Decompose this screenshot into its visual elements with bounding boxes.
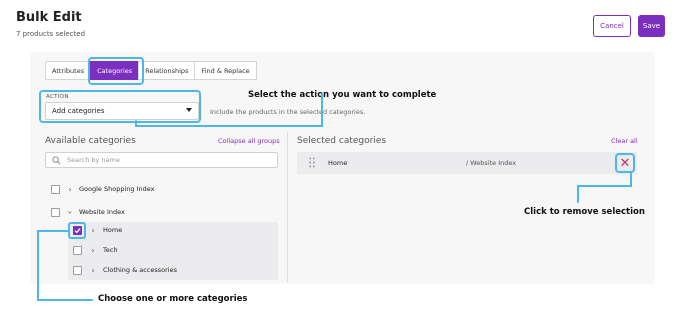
column-divider	[287, 132, 288, 282]
chevron-right-icon[interactable]: ›	[89, 226, 97, 235]
bulk-edit-screen: Bulk Edit 7 products selected Cancel Sav…	[0, 0, 688, 328]
tab-highlight-outline	[88, 57, 144, 85]
tree-item-label: Tech	[103, 246, 118, 254]
cancel-button[interactable]: Cancel	[593, 15, 631, 37]
remove-selection-button[interactable]: ✕	[615, 153, 635, 173]
selected-categories-title: Selected categories	[297, 136, 387, 146]
tab-relationships[interactable]: Relationships	[138, 61, 196, 80]
checkbox[interactable]	[51, 207, 60, 217]
page-subtitle: 7 products selected	[16, 30, 86, 38]
search-placeholder: Search by name	[67, 156, 120, 164]
home-checkbox-highlight	[68, 222, 86, 239]
callout-remove-selection: Click to remove selection	[524, 207, 645, 217]
tab-find-replace[interactable]: Find & Replace	[194, 61, 257, 80]
tree-item-clothing-accessories[interactable]: › Clothing & accessories	[73, 263, 177, 277]
clear-all-link[interactable]: Clear all	[611, 137, 638, 145]
available-categories-title: Available categories	[45, 136, 136, 146]
checkbox[interactable]	[51, 184, 60, 194]
chevron-right-icon[interactable]: ›	[89, 266, 97, 275]
action-help-text: Include the products in the selected cat…	[210, 108, 366, 116]
header: Bulk Edit 7 products selected Cancel Sav…	[0, 0, 688, 48]
tab-attributes[interactable]: Attributes	[45, 61, 92, 80]
tree-item-website-index[interactable]: › Website Index	[51, 205, 125, 219]
collapse-all-link[interactable]: Collapse all groups	[218, 137, 280, 145]
category-search-input[interactable]: Search by name	[45, 152, 278, 168]
close-icon: ✕	[619, 155, 631, 171]
tree-item-tech[interactable]: › Tech	[73, 243, 118, 257]
selected-item-name: Home	[328, 159, 348, 167]
checkbox[interactable]	[73, 265, 82, 275]
checkbox[interactable]	[73, 245, 82, 255]
chevron-down-icon[interactable]: ›	[66, 208, 75, 216]
tree-item-google-shopping-index[interactable]: › Google Shopping Index	[51, 182, 154, 196]
chevron-right-icon[interactable]: ›	[66, 185, 74, 194]
tree-item-label: Website Index	[79, 208, 125, 216]
page-title: Bulk Edit	[16, 10, 82, 25]
save-button[interactable]: Save	[638, 15, 665, 37]
tree-item-label: Clothing & accessories	[103, 266, 177, 274]
callout-choose-categories: Choose one or more categories	[98, 294, 248, 304]
selected-item-path: / Website Index	[466, 159, 517, 167]
drag-handle-icon[interactable]	[309, 157, 315, 168]
search-icon	[52, 155, 61, 164]
tree-item-label: Home	[103, 226, 123, 234]
chevron-right-icon[interactable]: ›	[89, 246, 97, 255]
callout-select-action: Select the action you want to complete	[248, 90, 437, 100]
tab-bar: Attributes Categories Relationships Find…	[45, 61, 257, 80]
tree-item-label: Google Shopping Index	[79, 185, 155, 193]
action-highlight-outline	[39, 90, 201, 123]
